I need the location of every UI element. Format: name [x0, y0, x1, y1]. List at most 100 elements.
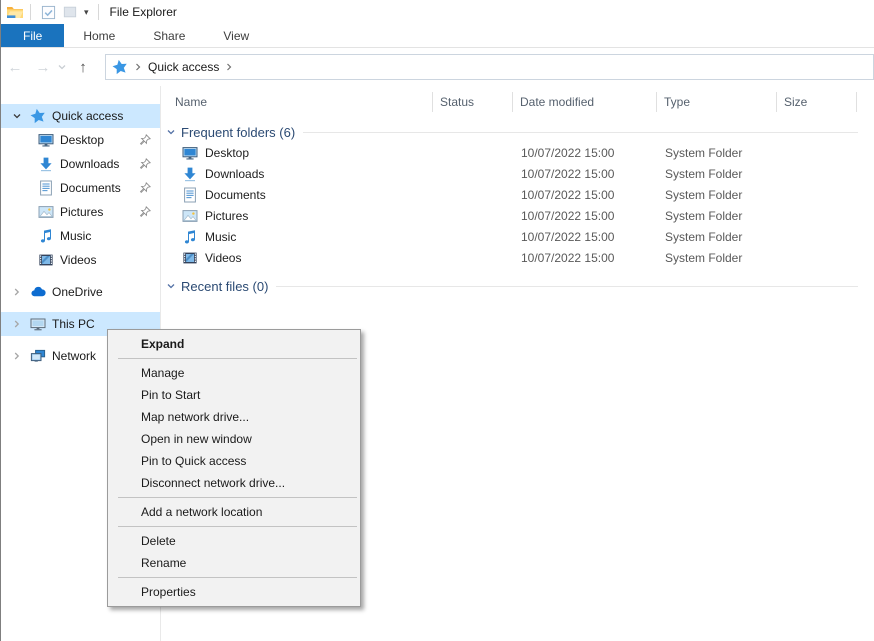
column-header-status[interactable]: Status [433, 92, 513, 112]
window-title: File Explorer [110, 5, 177, 19]
context-menu-item-delete[interactable]: Delete [108, 530, 360, 552]
sidebar-item-pictures[interactable]: Pictures [1, 200, 160, 224]
sidebar-item-label: OneDrive [52, 285, 103, 299]
documents-icon [38, 180, 54, 196]
pin-icon [138, 157, 152, 171]
cell-date-modified: 10/07/2022 15:00 [513, 146, 657, 160]
file-row-documents[interactable]: Documents10/07/2022 15:00System Folder [161, 184, 874, 205]
sidebar-item-desktop[interactable]: Desktop [1, 128, 160, 152]
sidebar-item-label: Videos [60, 253, 96, 267]
this-pc-icon [30, 316, 46, 332]
pictures-icon [38, 204, 54, 220]
pictures-icon [182, 208, 198, 224]
context-menu-item-manage[interactable]: Manage [108, 362, 360, 384]
pin-icon [138, 181, 152, 195]
file-name: Music [205, 230, 236, 244]
sidebar-item-documents[interactable]: Documents [1, 176, 160, 200]
file-row-desktop[interactable]: Desktop 10/07/2022 15:00System Folder [161, 142, 874, 163]
sidebar-item-label: Quick access [52, 109, 123, 123]
file-row-downloads[interactable]: Downloads10/07/2022 15:00System Folder [161, 163, 874, 184]
downloads-icon [182, 166, 198, 182]
documents-icon [182, 187, 198, 203]
ribbon-tab-bar: File Home Share View [1, 24, 874, 48]
group-divider-line [303, 132, 858, 133]
quick-access-icon [30, 108, 46, 124]
column-header-date-modified[interactable]: Date modified [513, 92, 657, 112]
file-name: Videos [205, 251, 241, 265]
pin-icon [138, 205, 152, 219]
group-divider-line [276, 286, 858, 287]
file-name: Desktop [205, 146, 249, 160]
cell-name: Documents [161, 187, 433, 203]
properties-icon[interactable] [39, 3, 57, 21]
chevron-down-icon[interactable] [166, 127, 176, 137]
context-menu-item-rename[interactable]: Rename [108, 552, 360, 574]
menu-separator [118, 358, 357, 359]
file-name: Pictures [205, 209, 248, 223]
sidebar-item-label: Documents [60, 181, 121, 195]
address-bar[interactable]: Quick access [105, 54, 874, 80]
file-row-pictures[interactable]: Pictures10/07/2022 15:00System Folder [161, 205, 874, 226]
sidebar-item-onedrive[interactable]: OneDrive [1, 280, 160, 304]
chevron-right-icon[interactable] [10, 319, 24, 329]
back-button[interactable]: ← [1, 59, 29, 76]
cell-name: Downloads [161, 166, 433, 182]
group-label: Frequent folders (6) [181, 125, 295, 140]
context-menu-item-pin-to-quick-access[interactable]: Pin to Quick access [108, 450, 360, 472]
file-explorer-window: ▾ File Explorer File Home Share View ← →… [0, 0, 874, 641]
sidebar-item-videos[interactable]: Videos [1, 248, 160, 272]
file-row-videos[interactable]: Videos10/07/2022 15:00System Folder [161, 247, 874, 268]
tab-file[interactable]: File [1, 24, 64, 47]
group-header-recent-files-0[interactable]: Recent files (0) [161, 276, 874, 296]
column-header-size[interactable]: Size [777, 92, 857, 112]
sidebar-item-label: Desktop [60, 133, 104, 147]
new-folder-icon[interactable] [61, 3, 79, 21]
chevron-right-icon[interactable] [10, 287, 24, 297]
context-menu-item-disconnect-network-drive[interactable]: Disconnect network drive... [108, 472, 360, 494]
context-menu-item-pin-to-start[interactable]: Pin to Start [108, 384, 360, 406]
context-menu-item-open-in-new-window[interactable]: Open in new window [108, 428, 360, 450]
tab-home[interactable]: Home [64, 24, 134, 47]
cell-date-modified: 10/07/2022 15:00 [513, 230, 657, 244]
tab-share[interactable]: Share [134, 24, 204, 47]
cell-date-modified: 10/07/2022 15:00 [513, 188, 657, 202]
videos-icon [38, 252, 54, 268]
sidebar-item-quick-access[interactable]: Quick access [1, 104, 160, 128]
pin-icon [138, 133, 152, 147]
file-explorer-logo-icon[interactable] [6, 4, 24, 20]
context-menu-item-add-a-network-location[interactable]: Add a network location [108, 501, 360, 523]
sidebar-item-music[interactable]: Music [1, 224, 160, 248]
up-button[interactable]: ↑ [69, 59, 97, 76]
breadcrumb-quick-access[interactable]: Quick access [148, 60, 219, 74]
breadcrumb-chevron-icon[interactable] [225, 62, 233, 72]
customize-toolbar-caret-icon[interactable]: ▾ [84, 7, 89, 18]
chevron-right-icon[interactable] [10, 351, 24, 361]
file-name: Documents [205, 188, 266, 202]
file-row-music[interactable]: Music 10/07/2022 15:00System Folder [161, 226, 874, 247]
context-menu-item-map-network-drive[interactable]: Map network drive... [108, 406, 360, 428]
sidebar-item-label: Downloads [60, 157, 119, 171]
network-icon [30, 348, 46, 364]
cell-name: Music [161, 229, 433, 245]
context-menu-this-pc: Expand ManagePin to StartMap network driv… [107, 329, 361, 607]
menu-separator [118, 497, 357, 498]
context-menu-item-properties[interactable]: Properties [108, 581, 360, 603]
chevron-down-icon[interactable] [10, 111, 24, 121]
recent-locations-caret-icon[interactable] [57, 62, 67, 72]
forward-button[interactable]: → [29, 59, 57, 76]
column-header-row: NameStatusDate modifiedTypeSize [161, 90, 874, 114]
cell-type: System Folder [657, 230, 777, 244]
sidebar-item-downloads[interactable]: Downloads [1, 152, 160, 176]
sidebar-item-label: Pictures [60, 205, 103, 219]
desktop-icon [38, 132, 54, 148]
chevron-down-icon[interactable] [166, 281, 176, 291]
tab-view[interactable]: View [204, 24, 268, 47]
cell-type: System Folder [657, 146, 777, 160]
group-header-frequent-folders-6[interactable]: Frequent folders (6) [161, 122, 874, 142]
navigation-bar: ← → ↑ Quick access [1, 48, 874, 86]
music-icon [38, 228, 54, 244]
context-menu-item-expand[interactable]: Expand [108, 333, 360, 355]
column-header-name[interactable]: Name [161, 92, 433, 112]
column-header-type[interactable]: Type [657, 92, 777, 112]
breadcrumb-chevron-icon[interactable] [134, 62, 142, 72]
